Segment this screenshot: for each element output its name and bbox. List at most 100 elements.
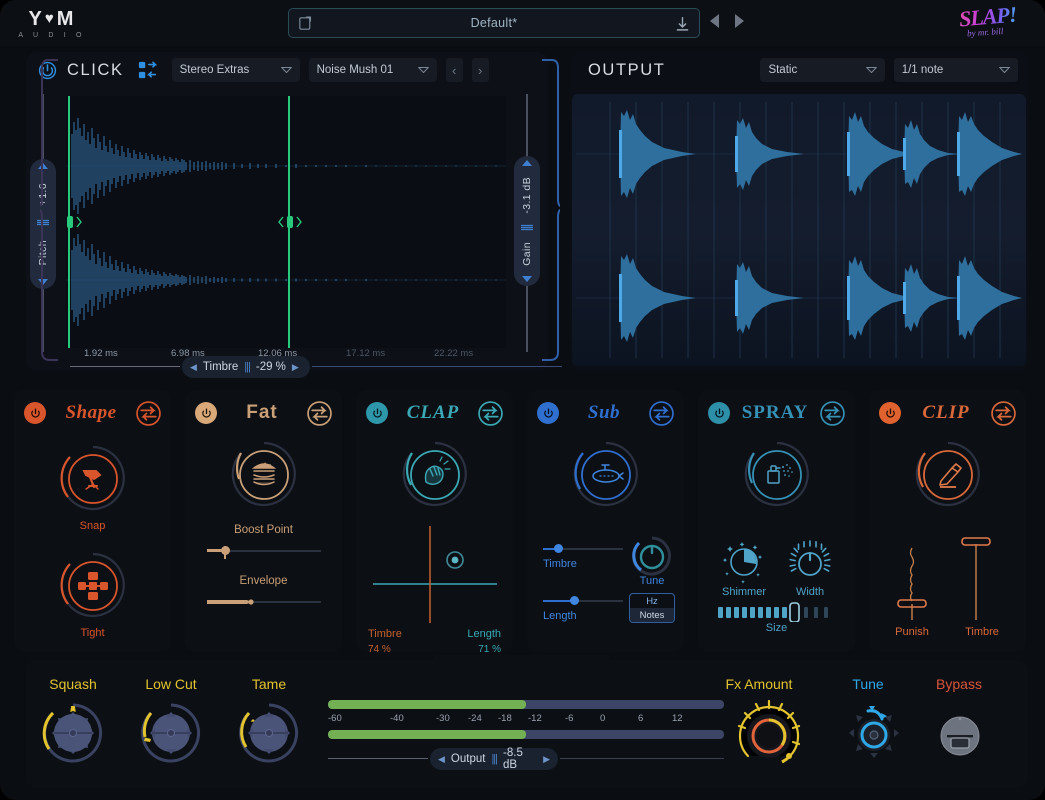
output-rate-dropdown[interactable]: 1/1 note	[893, 58, 1018, 82]
click-waveform-display[interactable]	[66, 96, 506, 348]
timbre-line-left	[70, 366, 180, 367]
timbre-control[interactable]: ◀ Timbre ||| -29 % ▶	[182, 356, 310, 378]
shape-tight-label: Tight	[80, 627, 105, 639]
preset-nav[interactable]	[710, 14, 744, 28]
scale-tick-1: -40	[390, 713, 404, 724]
scale-tick-6: -6	[565, 713, 574, 724]
next-sample-button[interactable]: ›	[471, 58, 489, 82]
sub-power-button[interactable]	[537, 402, 559, 424]
sub-length-handle[interactable]	[570, 596, 579, 605]
shape-power-button[interactable]	[24, 402, 46, 424]
sub-unit-notes[interactable]: Notes	[630, 608, 674, 622]
clip-timbre-slider[interactable]	[951, 532, 1001, 624]
output-mode-value: Static	[768, 64, 798, 76]
module-clip: CLIP Punish Timbre	[869, 390, 1026, 652]
scale-tick-5: -12	[528, 713, 542, 724]
tame-knob[interactable]	[238, 702, 300, 764]
scale-tick-4: -18	[498, 713, 512, 724]
link-icon[interactable]	[478, 400, 503, 426]
pitch-thumb[interactable]: +1.6 Pitch	[30, 159, 56, 289]
sub-length-slider[interactable]	[543, 594, 623, 608]
clap-timbre-value: 74 %	[368, 644, 391, 655]
output-value: -8.5 dB	[503, 747, 523, 771]
click-sample-dropdown[interactable]: Noise Mush 01	[308, 58, 437, 82]
pitch-down-icon[interactable]	[38, 279, 48, 285]
clap-power-button[interactable]	[366, 402, 388, 424]
click-category-dropdown[interactable]: Stereo Extras	[171, 58, 300, 82]
sub-timbre-slider[interactable]	[543, 542, 623, 556]
preset-selector[interactable]: Default*	[288, 8, 700, 38]
spray-shimmer-label: Shimmer	[721, 586, 766, 598]
spray-header: SPRAY	[698, 390, 855, 436]
clip-power-button[interactable]	[879, 402, 901, 424]
prev-sample-label: ‹	[451, 62, 457, 78]
spray-shimmer-knob[interactable]	[722, 540, 766, 584]
gain-up-icon[interactable]	[522, 160, 532, 166]
gain-thumb[interactable]: -3.1 dB Gain	[514, 156, 540, 286]
click-power-button[interactable]	[36, 59, 58, 81]
timbre-prev-icon[interactable]: ◀	[190, 362, 197, 373]
spray-amount-knob[interactable]	[740, 437, 814, 511]
timbre-next-icon[interactable]: ▶	[292, 362, 299, 373]
waveform-right-channel	[66, 234, 506, 326]
save-icon[interactable]	[297, 15, 314, 32]
spray-power-button[interactable]	[708, 402, 730, 424]
pitch-label: Pitch	[37, 239, 49, 266]
link-icon[interactable]	[307, 400, 332, 426]
output-prev-icon[interactable]: ◀	[438, 754, 445, 765]
output-header: OUTPUT Static 1/1 note	[570, 52, 1028, 88]
click-title: CLICK	[67, 60, 124, 79]
boost-point-marker	[224, 546, 226, 559]
link-icon[interactable]	[820, 400, 845, 426]
prev-sample-button[interactable]: ‹	[445, 58, 463, 82]
squash-knob[interactable]	[42, 702, 104, 764]
shape-tight-knob[interactable]	[56, 548, 130, 622]
gain-down-icon[interactable]	[522, 276, 532, 282]
load-icon[interactable]	[674, 15, 691, 32]
link-icon[interactable]	[136, 400, 161, 426]
gain-slider[interactable]: -3.1 dB Gain	[514, 94, 540, 352]
brand-name-m: M	[56, 8, 76, 30]
fat-power-button[interactable]	[195, 402, 217, 424]
link-icon[interactable]	[649, 400, 674, 426]
scale-tick-8: 6	[638, 713, 644, 724]
spray-size-stepper[interactable]	[716, 602, 838, 622]
spray-width-knob[interactable]	[788, 540, 832, 584]
clap-amount-knob[interactable]	[398, 437, 472, 511]
bypass-button[interactable]	[934, 708, 986, 760]
pitch-up-icon[interactable]	[38, 163, 48, 169]
sub-title: Sub	[587, 402, 621, 423]
output-panel: OUTPUT Static 1/1 note	[570, 52, 1028, 370]
fat-boost-point-slider[interactable]	[207, 544, 321, 559]
output-next-icon[interactable]: ▶	[543, 754, 550, 765]
sub-tune-knob[interactable]	[630, 534, 674, 578]
low-cut-knob[interactable]	[140, 702, 202, 764]
output-rate-value: 1/1 note	[901, 64, 944, 76]
output-waveform-display[interactable]	[572, 94, 1026, 366]
sub-unit-hz[interactable]: Hz	[630, 594, 674, 608]
output-mode-dropdown[interactable]: Static	[760, 58, 885, 82]
output-label: Output	[450, 753, 486, 765]
prev-preset-icon[interactable]	[710, 14, 719, 28]
link-icon[interactable]	[991, 400, 1016, 426]
sub-timbre-handle[interactable]	[554, 544, 563, 553]
sub-unit-toggle[interactable]: Hz Notes	[629, 593, 675, 623]
pitch-slider[interactable]: +1.6 Pitch	[30, 94, 56, 352]
sub-amount-knob[interactable]	[569, 437, 643, 511]
start-marker-handle[interactable]	[66, 214, 82, 230]
bottom-tune-knob[interactable]	[843, 702, 905, 764]
shape-snap-knob[interactable]	[56, 441, 130, 515]
shuffle-icon[interactable]	[137, 60, 159, 80]
fat-envelope-slider[interactable]	[207, 595, 321, 609]
preset-name[interactable]: Default*	[471, 16, 518, 30]
clip-amount-knob[interactable]	[911, 437, 985, 511]
clip-header: CLIP	[869, 390, 1026, 436]
next-preset-icon[interactable]	[735, 14, 744, 28]
fat-drive-knob[interactable]	[227, 437, 301, 511]
end-marker-handle[interactable]	[278, 214, 302, 230]
fx-amount-knob[interactable]	[732, 698, 806, 772]
clip-punish-slider[interactable]	[887, 532, 937, 624]
gain-grip	[521, 224, 533, 231]
output-control[interactable]: ◀ Output ||| -8.5 dB ▶	[430, 747, 558, 771]
clap-xy-pad[interactable]	[368, 522, 502, 627]
